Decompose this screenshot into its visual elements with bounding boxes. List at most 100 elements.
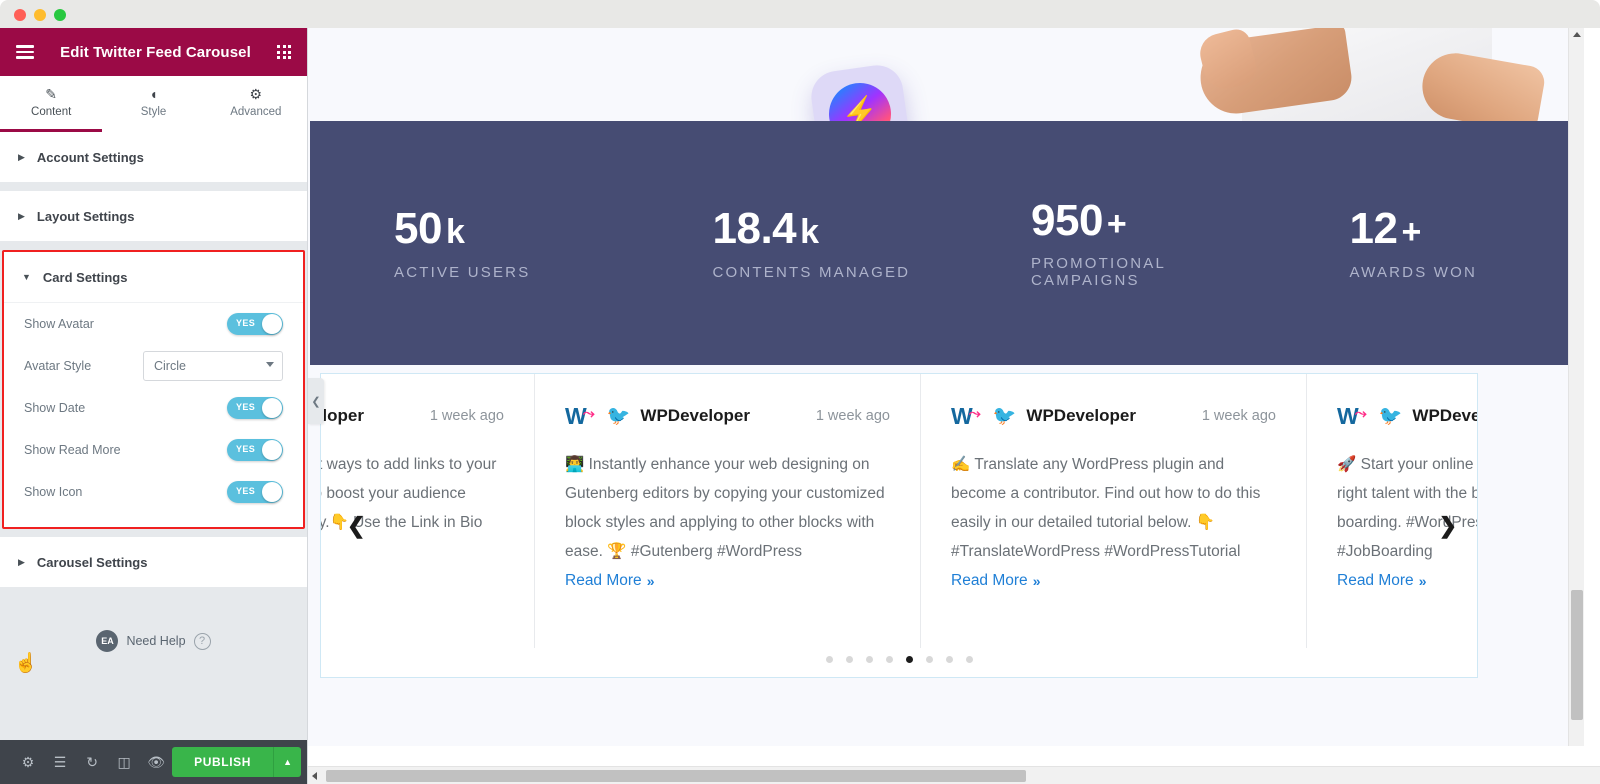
chevron-right-icon: ▶	[18, 151, 25, 162]
preview-vertical-scrollbar[interactable]	[1568, 28, 1584, 746]
layers-icon[interactable]: ☰	[44, 740, 76, 784]
panel-body: ▶ Account Settings ▶ Layout Settings ▼ C…	[0, 132, 307, 740]
tweet-text: ✍️ Translate any WordPress plugin and be…	[951, 456, 1261, 560]
section-layout-settings[interactable]: ▶ Layout Settings	[0, 191, 307, 242]
section-layout-settings-header[interactable]: ▶ Layout Settings	[0, 191, 307, 241]
control-avatar-style-label: Avatar Style	[24, 359, 92, 373]
tab-style[interactable]: ◖ Style	[102, 76, 205, 132]
question-circle-icon[interactable]: ?	[193, 632, 211, 650]
stat-number-value: 12	[1349, 204, 1398, 254]
horizontal-scroll-thumb[interactable]	[326, 770, 1026, 782]
carousel-dot[interactable]	[945, 656, 953, 663]
carousel-prev-arrow[interactable]: ❮	[347, 513, 365, 539]
tab-content[interactable]: ✎ Content	[0, 76, 103, 132]
stat-number-value: 18.4	[712, 204, 797, 254]
panel-collapse-handle[interactable]: ❮	[308, 378, 324, 424]
card-settings-controls: Show Avatar YES Avatar Style Circle Show…	[4, 302, 303, 527]
show-avatar-toggle[interactable]: YES	[227, 313, 283, 335]
section-card-settings-header[interactable]: ▼ Card Settings	[4, 252, 303, 302]
show-read-more-toggle[interactable]: YES	[227, 439, 283, 461]
carousel-dot[interactable]	[885, 656, 893, 663]
gear-icon: ⚙	[249, 86, 263, 102]
show-avatar-toggle-value: YES	[236, 318, 256, 328]
read-more-label: Read More	[951, 572, 1028, 589]
carousel-track: W⤳ 🐦 WPDeveloper 1 week ago 📑 Here are t…	[320, 374, 1477, 648]
read-more-link[interactable]: Read More »	[565, 572, 654, 590]
control-show-icon-label: Show Icon	[24, 485, 83, 499]
preview-horizontal-scrollbar[interactable]	[308, 766, 1600, 784]
stat-item: 950 + PROMOTIONAL CAMPAIGNS	[947, 196, 1266, 289]
tweet-card-header: W⤳ 🐦 WPDeveloper 1 week ago	[1337, 400, 1477, 432]
gear-icon[interactable]: ⚙	[12, 740, 44, 784]
stat-number: 18.4 k	[713, 205, 948, 253]
need-help-block[interactable]: EA Need Help ?	[0, 630, 307, 652]
twitter-bird-icon: 🐦	[1378, 405, 1403, 427]
scroll-up-arrow-icon[interactable]	[1573, 32, 1581, 37]
history-icon[interactable]: ↻	[76, 740, 108, 784]
show-icon-toggle[interactable]: YES	[227, 481, 283, 503]
carousel-dot-active[interactable]	[905, 656, 913, 663]
stat-number-suffix: +	[1106, 204, 1127, 243]
stat-item: 50 k ACTIVE USERS	[310, 204, 629, 281]
elementor-editor-window: Edit Twitter Feed Carousel ✎ Content ◖ S…	[0, 0, 1600, 784]
panel-header: Edit Twitter Feed Carousel	[0, 28, 307, 76]
section-carousel-settings-header[interactable]: ▶ Carousel Settings	[0, 537, 307, 587]
read-more-label: Read More	[1337, 572, 1414, 589]
carousel-dot[interactable]	[925, 656, 933, 663]
read-more-link[interactable]: Read More »	[1337, 572, 1426, 590]
avatar-style-select-wrap: Circle	[143, 351, 283, 381]
avatar-style-select-value: Circle	[154, 359, 186, 373]
show-icon-toggle-value: YES	[236, 486, 256, 496]
tweet-card[interactable]: W⤳ 🐦 WPDeveloper 1 week ago 📑 Here are t…	[320, 374, 535, 648]
stat-item: 12 + AWARDS WON	[1266, 205, 1585, 281]
show-date-toggle[interactable]: YES	[227, 397, 283, 419]
section-account-settings[interactable]: ▶ Account Settings	[0, 132, 307, 183]
maximize-window-button[interactable]	[54, 9, 66, 21]
eye-icon[interactable]: 👁	[140, 740, 172, 784]
need-help-label: Need Help	[126, 634, 186, 648]
scroll-left-arrow-icon[interactable]	[312, 772, 317, 780]
carousel-dot[interactable]	[965, 656, 973, 663]
publish-group: PUBLISH ▲	[172, 747, 302, 777]
carousel-dot[interactable]	[845, 656, 853, 663]
section-card-settings: ▼ Card Settings Show Avatar YES Avatar S…	[4, 252, 303, 527]
stat-number: 12 +	[1350, 205, 1585, 253]
tweet-text: 🚀 Start your online recruitment, onboard…	[1337, 456, 1477, 560]
read-more-link[interactable]: Read More »	[951, 572, 1040, 590]
contrast-icon: ◖	[149, 86, 158, 102]
tweet-text: 📑 Here are the best ways to add links to…	[320, 456, 497, 531]
grid-icon[interactable]	[277, 45, 291, 59]
close-window-button[interactable]	[14, 9, 26, 21]
hamburger-menu-icon[interactable]	[16, 45, 34, 59]
twitter-bird-icon: 🐦	[606, 405, 631, 427]
tab-advanced[interactable]: ⚙ Advanced	[204, 76, 307, 132]
section-account-settings-header[interactable]: ▶ Account Settings	[0, 132, 307, 182]
control-show-read-more-label: Show Read More	[24, 443, 121, 457]
chevron-up-icon[interactable]: ▲	[273, 747, 302, 777]
carousel-dot[interactable]	[865, 656, 873, 663]
section-carousel-settings[interactable]: ▶ Carousel Settings	[0, 537, 307, 588]
toggle-knob	[262, 482, 282, 502]
twitter-bird-icon: 🐦	[992, 405, 1017, 427]
tweet-card[interactable]: W⤳ 🐦 WPDeveloper 1 week ago ✍️ Translate…	[921, 374, 1307, 648]
avatar-style-select[interactable]: Circle	[143, 351, 283, 381]
carousel-next-arrow[interactable]: ❯	[1439, 513, 1457, 539]
publish-button[interactable]: PUBLISH	[172, 747, 274, 777]
responsive-icon[interactable]: ◫	[108, 740, 140, 784]
stat-label: AWARDS WON	[1349, 263, 1478, 281]
stat-item: 18.4 k CONTENTS MANAGED	[629, 205, 948, 281]
stat-number-value: 50	[394, 204, 442, 254]
pencil-icon: ✎	[45, 86, 58, 102]
tweet-card-header: W⤳ 🐦 WPDeveloper 1 week ago	[951, 400, 1276, 432]
tweet-card[interactable]: W⤳ 🐦 WPDeveloper 1 week ago 🚀 Start your…	[1307, 374, 1477, 648]
toggle-knob	[262, 314, 282, 334]
vertical-scroll-thumb[interactable]	[1571, 590, 1583, 720]
minimize-window-button[interactable]	[34, 9, 46, 21]
control-show-read-more: Show Read More YES	[4, 429, 303, 471]
stat-number-suffix: k	[800, 213, 819, 252]
carousel-dot[interactable]	[825, 656, 833, 663]
tweet-author: WPDeveloper	[321, 406, 364, 425]
tweet-card[interactable]: W⤳ 🐦 WPDeveloper 1 week ago 👨‍💻 Instantl…	[535, 374, 921, 648]
page-preview: ⚡ 50 k ACTIVE USERS 18.4 k CONTENTS MANAGE…	[308, 28, 1584, 746]
tweet-card-header: W⤳ 🐦 WPDeveloper 1 week ago	[565, 400, 890, 432]
